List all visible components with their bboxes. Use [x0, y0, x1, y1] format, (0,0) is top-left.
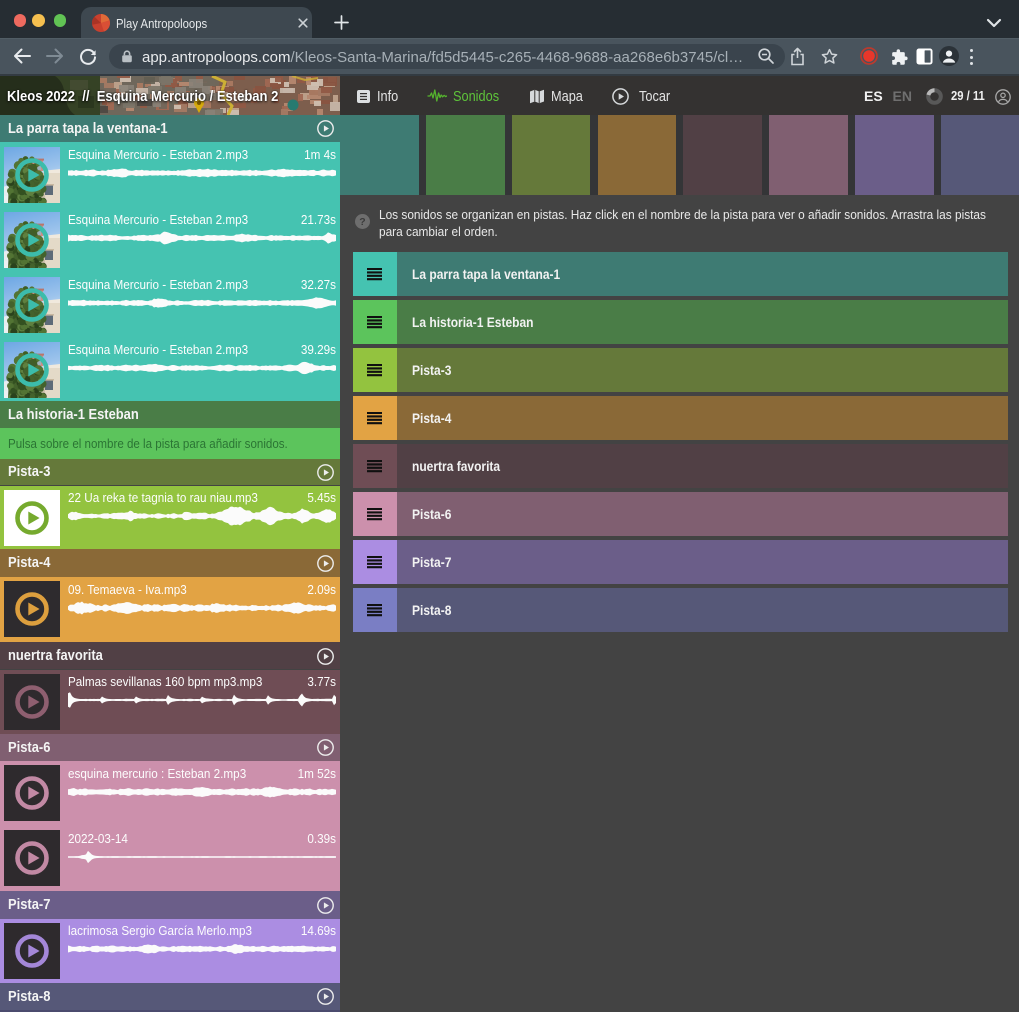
svg-text:?: ? — [359, 216, 365, 228]
